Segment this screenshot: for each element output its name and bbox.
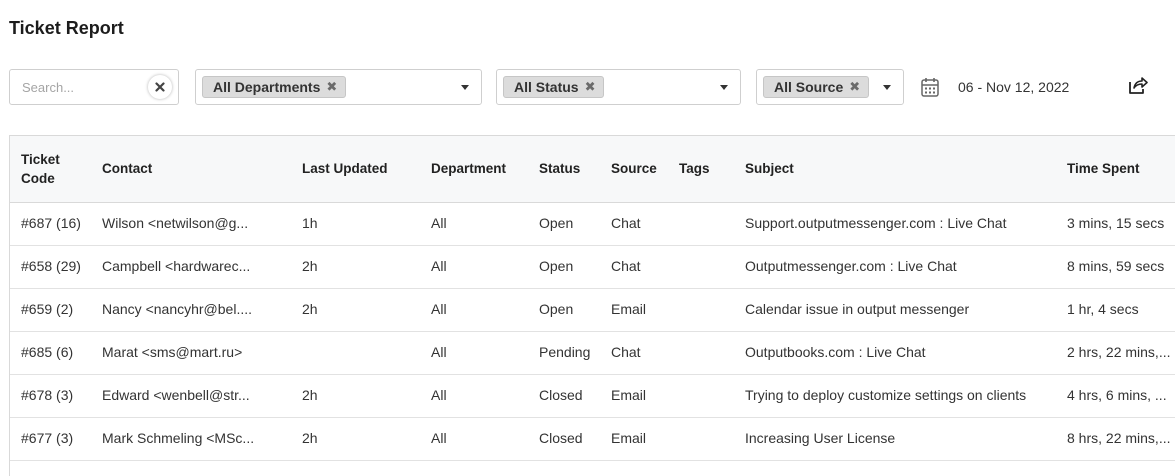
cell-time-spent: 4 hrs, 6 mins, ... [1067,387,1167,403]
column-source[interactable]: Source [611,159,657,178]
cell-contact: Marat <sms@mart.ru> [102,344,243,360]
cell-contact: Nancy <nancyhr@bel.... [102,301,253,317]
cell-subject: Outputbooks.com : Live Chat [745,344,926,360]
cell-source: Chat [611,258,641,274]
cell-status: Closed [539,387,583,403]
status-select[interactable]: All Status ✖ [496,69,741,105]
cell-time-spent: 8 hrs, 22 mins,... [1067,430,1171,446]
cell-last-updated: 2h [302,301,318,317]
calendar-icon[interactable] [921,77,939,97]
export-share-icon[interactable] [1127,75,1149,95]
cell-status: Open [539,215,574,231]
status-chip-label: All Status [514,79,579,95]
remove-status-icon[interactable]: ✖ [585,79,596,95]
clear-search-button[interactable] [148,75,172,99]
cell-last-updated: 1h [302,215,318,231]
cell-department: All [431,215,447,231]
cell-source: Email [611,430,647,446]
table-row[interactable]: #685 (6) Marat <sms@mart.ru> All Pending… [10,331,1175,375]
cell-ticket-code[interactable]: #687 (16) [21,215,81,231]
table-header: Ticket Code Contact Last Updated Departm… [10,136,1175,203]
cell-department: All [431,258,447,274]
column-status[interactable]: Status [539,159,580,178]
table-row[interactable]: #659 (2) Nancy <nancyhr@bel.... 2h All O… [10,288,1175,332]
source-select[interactable]: All Source ✖ [756,69,904,105]
department-chip-label: All Departments [213,79,321,95]
cell-ticket-code[interactable]: #685 (6) [21,344,73,360]
column-last-updated[interactable]: Last Updated [302,159,388,178]
column-subject[interactable]: Subject [745,159,794,178]
source-chip: All Source ✖ [763,76,870,98]
cell-time-spent: 1 hr, 4 secs [1067,301,1139,317]
remove-source-icon[interactable]: ✖ [849,79,860,95]
table-row[interactable]: #687 (16) Wilson <netwilson@g... 1h All … [10,202,1175,246]
column-ticket-code[interactable]: Ticket Code [21,150,60,188]
cell-department: All [431,430,447,446]
cell-last-updated: 2h [302,430,318,446]
cell-source: Chat [611,344,641,360]
cell-source: Email [611,387,647,403]
table-row[interactable]: #678 (3) Edward <wenbell@str... 2h All C… [10,374,1175,418]
chevron-down-icon[interactable] [720,85,728,90]
cell-contact: Wilson <netwilson@g... [102,215,249,231]
cell-source: Email [611,301,647,317]
search-box[interactable] [9,69,179,105]
cell-contact: Mark Schmeling <MSc... [102,430,255,446]
column-tags[interactable]: Tags [679,159,710,178]
cell-subject: Outputmessenger.com : Live Chat [745,258,957,274]
column-time-spent[interactable]: Time Spent [1067,159,1140,178]
cell-time-spent: 8 mins, 59 secs [1067,258,1165,274]
cell-subject: Trying to deploy customize settings on c… [745,387,1027,403]
cell-status: Closed [539,430,583,446]
department-chip: All Departments ✖ [202,76,347,98]
cell-subject: Increasing User License [745,430,896,446]
department-select[interactable]: All Departments ✖ [195,69,482,105]
cell-status: Open [539,301,574,317]
cell-contact: Campbell <hardwarec... [102,258,251,274]
date-range[interactable]: 06 - Nov 12, 2022 [958,79,1069,95]
cell-status: Open [539,258,574,274]
page-title: Ticket Report [9,18,124,38]
cell-ticket-code[interactable]: #658 (29) [21,258,81,274]
cell-ticket-code[interactable]: #677 (3) [21,430,73,446]
cell-department: All [431,301,447,317]
remove-department-icon[interactable]: ✖ [326,79,337,95]
cell-status: Pending [539,344,591,360]
cell-last-updated: 2h [302,387,318,403]
chevron-down-icon[interactable] [461,85,469,90]
cell-last-updated: 2h [302,258,318,274]
status-chip: All Status ✖ [503,76,605,98]
ticket-table: Ticket Code Contact Last Updated Departm… [9,135,1175,476]
cell-source: Chat [611,215,641,231]
cell-subject: Support.outputmessenger.com : Live Chat [745,215,1007,231]
x-icon [155,82,165,92]
cell-subject: Calendar issue in output messenger [745,301,970,317]
cell-time-spent: 2 hrs, 22 mins,... [1067,344,1171,360]
table-row[interactable]: #677 (3) Mark Schmeling <MSc... 2h All C… [10,417,1175,461]
source-chip-label: All Source [774,79,844,95]
chevron-down-icon[interactable] [883,85,891,90]
cell-time-spent: 3 mins, 15 secs [1067,215,1165,231]
column-contact[interactable]: Contact [102,159,152,178]
cell-ticket-code[interactable]: #678 (3) [21,387,73,403]
cell-department: All [431,344,447,360]
cell-ticket-code[interactable]: #659 (2) [21,301,73,317]
cell-contact: Edward <wenbell@str... [102,387,250,403]
table-row[interactable]: #658 (29) Campbell <hardwarec... 2h All … [10,245,1175,289]
cell-department: All [431,387,447,403]
search-input[interactable] [22,78,142,96]
column-department[interactable]: Department [431,159,506,178]
